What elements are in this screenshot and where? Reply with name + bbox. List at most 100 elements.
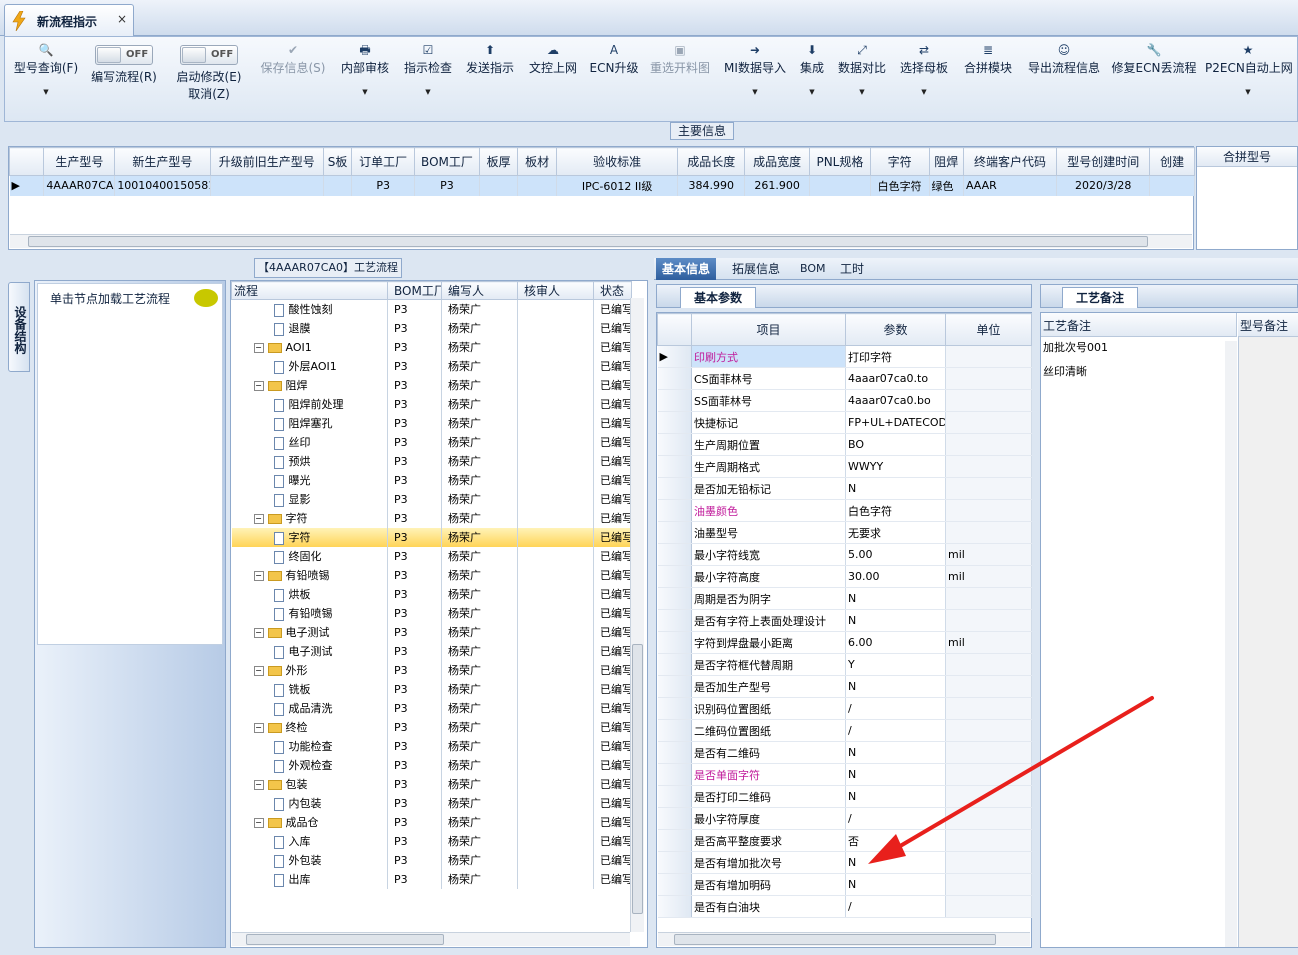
tab-extended-info[interactable]: 拓展信息 xyxy=(726,258,786,280)
param-row[interactable]: 最小字符高度 30.00 mil xyxy=(657,565,1032,588)
param-unit[interactable] xyxy=(945,499,1032,522)
process-row[interactable]: − 外形 P3 杨荣广 已编写 xyxy=(231,660,632,680)
column-header[interactable]: 编写人 xyxy=(441,281,518,300)
param-unit[interactable] xyxy=(945,389,1032,412)
process-row[interactable]: 阻焊前处理 P3 杨荣广 已编写 xyxy=(231,394,632,414)
chevron-down-icon[interactable]: ▼ xyxy=(339,88,391,96)
column-header[interactable]: 板材 xyxy=(517,147,557,176)
param-unit[interactable] xyxy=(945,521,1032,544)
column-header[interactable]: 参数 xyxy=(845,313,946,346)
param-item[interactable]: 是否有二维码 xyxy=(691,741,846,764)
basic-params-hscrollbar[interactable] xyxy=(658,932,1030,946)
column-header[interactable]: 成品长度 xyxy=(677,147,746,176)
param-unit[interactable] xyxy=(945,697,1032,720)
param-item[interactable]: CS面菲林号 xyxy=(691,367,846,390)
column-header[interactable]: 成品宽度 xyxy=(744,147,811,176)
collapse-icon[interactable]: − xyxy=(253,381,264,391)
param-item[interactable]: 识别码位置图纸 xyxy=(691,697,846,720)
param-value[interactable]: FP+UL+DATECODE xyxy=(845,411,946,434)
param-unit[interactable] xyxy=(945,345,1032,368)
param-unit[interactable] xyxy=(945,829,1032,852)
param-item[interactable]: 最小字符厚度 xyxy=(691,807,846,830)
param-item[interactable]: 最小字符高度 xyxy=(691,565,846,588)
column-header[interactable]: 生产型号 xyxy=(43,147,116,176)
param-item[interactable]: 是否有字符上表面处理设计 xyxy=(691,609,846,632)
param-value[interactable]: / xyxy=(845,807,946,830)
tab-new-process[interactable]: 新流程指示 × xyxy=(4,4,134,36)
column-header[interactable]: 流程 xyxy=(231,281,388,300)
param-unit[interactable] xyxy=(945,477,1032,500)
param-unit[interactable] xyxy=(945,785,1032,808)
model-query-button[interactable]: 🔍 型号查询(F) ▼ xyxy=(9,39,83,119)
param-row[interactable]: 是否打印二维码 N xyxy=(657,785,1032,808)
param-item[interactable]: 是否高平整度要求 xyxy=(691,829,846,852)
chevron-down-icon[interactable]: ▼ xyxy=(1205,88,1291,96)
process-row[interactable]: − 电子测试 P3 杨荣广 已编写 xyxy=(231,622,632,642)
process-row[interactable]: 阻焊塞孔 P3 杨荣广 已编写 xyxy=(231,413,632,433)
param-item[interactable]: 是否有白油块 xyxy=(691,895,846,918)
param-item[interactable]: 是否有增加批次号 xyxy=(691,851,846,874)
param-value[interactable]: / xyxy=(845,895,946,918)
toggle-switch[interactable]: OFF xyxy=(95,45,153,65)
collapse-icon[interactable]: − xyxy=(253,780,264,790)
param-unit[interactable] xyxy=(945,763,1032,786)
param-unit[interactable] xyxy=(945,653,1032,676)
column-header[interactable]: BOM工厂 xyxy=(414,147,480,176)
collapse-icon[interactable]: − xyxy=(253,723,264,733)
column-header[interactable]: S板 xyxy=(322,147,353,176)
collapse-icon[interactable]: − xyxy=(253,818,264,828)
side-tab-equipment-structure[interactable]: 设备结构 xyxy=(8,282,30,372)
mi-data-import-button[interactable]: ➜ MI数据导入 ▼ xyxy=(721,39,789,119)
param-unit[interactable] xyxy=(945,433,1032,456)
process-row[interactable]: 曝光 P3 杨荣广 已编写 xyxy=(231,470,632,490)
param-value[interactable]: N xyxy=(845,741,946,764)
send-instruction-button[interactable]: ⬆ 发送指示 xyxy=(463,39,517,119)
process-row[interactable]: 烘板 P3 杨荣广 已编写 xyxy=(231,584,632,604)
param-item[interactable]: 生产周期位置 xyxy=(691,433,846,456)
chevron-down-icon[interactable]: ▼ xyxy=(835,88,889,96)
chevron-down-icon[interactable]: ▼ xyxy=(401,88,455,96)
param-item[interactable]: 快捷标记 xyxy=(691,411,846,434)
param-item[interactable]: 是否打印二维码 xyxy=(691,785,846,808)
process-row[interactable]: − 终检 P3 杨荣广 已编写 xyxy=(231,717,632,737)
param-value[interactable]: N xyxy=(845,587,946,610)
column-header[interactable]: BOM工厂 xyxy=(387,281,442,300)
param-row[interactable]: 油墨型号 无要求 xyxy=(657,521,1032,544)
process-row[interactable]: 铣板 P3 杨荣广 已编写 xyxy=(231,679,632,699)
param-unit[interactable] xyxy=(945,587,1032,610)
export-process-info-button[interactable]: ☺ 导出流程信息 xyxy=(1023,39,1105,119)
repair-ecn-button[interactable]: 🔧 修复ECN丢流程 xyxy=(1111,39,1197,119)
param-unit[interactable]: mil xyxy=(945,631,1032,654)
doc-online-button[interactable]: ☁ 文控上网 xyxy=(525,39,581,119)
param-row[interactable]: 字符到焊盘最小距离 6.00 mil xyxy=(657,631,1032,654)
column-header[interactable]: 阻焊 xyxy=(928,147,964,176)
column-header[interactable]: 单位 xyxy=(945,313,1032,346)
param-row[interactable]: 周期是否为阴字 N xyxy=(657,587,1032,610)
param-row[interactable]: 识别码位置图纸 / xyxy=(657,697,1032,720)
param-unit[interactable]: mil xyxy=(945,565,1032,588)
param-unit[interactable]: mil xyxy=(945,543,1032,566)
process-row[interactable]: − 有铅喷锡 P3 杨荣广 已编写 xyxy=(231,565,632,585)
save-info-button[interactable]: ✔ 保存信息(S) xyxy=(257,39,329,119)
close-tab-icon[interactable]: × xyxy=(117,12,127,26)
column-header[interactable]: 字符 xyxy=(869,147,930,176)
p2ecn-auto-online-button[interactable]: ★ P2ECN自动上网 ▼ xyxy=(1205,39,1293,119)
param-row[interactable]: SS面菲林号 4aaar07ca0.bo xyxy=(657,389,1032,412)
process-row[interactable]: − 成品仓 P3 杨荣广 已编写 xyxy=(231,812,632,832)
tab-bom[interactable]: BOM xyxy=(794,258,832,280)
cancel-button[interactable]: 取消(Z) xyxy=(171,85,247,102)
param-value[interactable]: WWYY xyxy=(845,455,946,478)
param-item[interactable]: 是否加无铅标记 xyxy=(691,477,846,500)
process-row[interactable]: 丝印 P3 杨荣广 已编写 xyxy=(231,432,632,452)
param-item[interactable]: 周期是否为阴字 xyxy=(691,587,846,610)
param-value[interactable]: N xyxy=(845,763,946,786)
param-row[interactable]: 是否有白油块 / xyxy=(657,895,1032,918)
column-header[interactable]: 核审人 xyxy=(517,281,594,300)
param-value[interactable]: / xyxy=(845,719,946,742)
param-unit[interactable] xyxy=(945,873,1032,896)
chevron-down-icon[interactable]: ▼ xyxy=(795,88,829,96)
select-master-board-button[interactable]: ⇄ 选择母板 ▼ xyxy=(897,39,951,119)
internal-review-button[interactable]: 🖶 内部审核 ▼ xyxy=(339,39,391,119)
process-row[interactable]: 外观检查 P3 杨荣广 已编写 xyxy=(231,755,632,775)
column-header[interactable]: 型号创建时间 xyxy=(1056,147,1151,176)
